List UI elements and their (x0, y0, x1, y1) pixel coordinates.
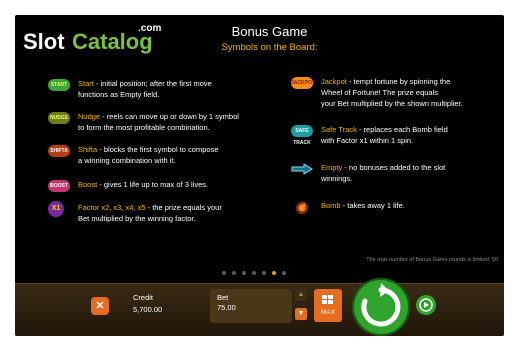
boost-icon: BOOST (48, 180, 70, 192)
page-dot[interactable] (272, 271, 276, 275)
symbol-desc: - no bonuses added to the slot (342, 163, 446, 172)
bomb-icon (291, 201, 313, 214)
credit-label: Credit (133, 293, 154, 302)
symbol-desc-line3: your Bet multiplied by the shown multipl… (321, 99, 463, 108)
symbol-name: Empty (321, 163, 343, 172)
max-bet-button[interactable]: MAX (314, 289, 342, 322)
symbol-desc-line2: to form the most profitable combination. (78, 123, 210, 132)
nudge-icon: NUDGE (48, 112, 70, 124)
symbol-desc-line2: with Factor x1 within 1 spin. (321, 136, 414, 145)
game-window: Slot Catalog .com Bonus Game Symbols on … (15, 15, 504, 336)
factor-icon: X1 (48, 201, 64, 217)
symbol-desc-line2: winnings. (321, 174, 353, 183)
start-icon: START (48, 79, 70, 91)
credit-value: 5,700.00 (133, 305, 163, 314)
page-subtitle: Symbols on the Board: (221, 42, 318, 53)
page-dot[interactable] (222, 271, 226, 275)
spin-button[interactable] (352, 278, 410, 336)
symbol-desc: - takes away 1 life. (340, 201, 405, 210)
symbol-desc-line2: Bet multiplied by the winning factor. (78, 214, 196, 223)
symbol-name: Shifta (78, 145, 98, 154)
symbol-name: Safe Track (321, 125, 357, 134)
symbol-name: Nudge (78, 112, 101, 121)
autoplay-icon (419, 298, 433, 312)
page-title: Bonus Game (231, 24, 308, 39)
page-dot[interactable] (262, 271, 266, 275)
safe-track-icon: SAFE TRACK (291, 125, 313, 146)
page-dot[interactable] (242, 271, 246, 275)
bet-decrease-button[interactable]: ▼ (295, 308, 307, 320)
symbol-name: Jackpot (321, 77, 347, 86)
close-button[interactable]: ✕ (91, 297, 109, 315)
symbol-name: Start (78, 79, 94, 88)
coins-icon (322, 293, 334, 305)
arrow-icon (291, 163, 313, 175)
spin-arrow-icon (361, 283, 401, 327)
symbol-name: Bomb (321, 201, 341, 210)
symbol-desc-line2: Wheel of Fortune! The prize equals (321, 88, 439, 97)
page-dot[interactable] (252, 271, 256, 275)
symbol-desc-line2: functions as Empty field. (78, 90, 160, 99)
bet-value: 75.00 (217, 303, 236, 312)
bet-label: Bet (217, 293, 229, 302)
max-label: MAX (320, 309, 336, 316)
autoplay-button[interactable] (416, 295, 436, 315)
bet-increase-button[interactable]: ▲ (295, 289, 307, 301)
jackpot-icon: JACKPOT (291, 77, 315, 89)
max-rounds-note: The max number of Bonus Game rounds is l… (366, 257, 498, 263)
symbol-desc-line2: a winning combination with it. (78, 156, 176, 165)
shifta-icon: SHIFTA (48, 145, 70, 157)
symbol-desc: - replaces each Bomb field (356, 125, 448, 134)
symbol-name: Factor x2, x3, x4, x5 (78, 203, 146, 212)
symbol-desc: - blocks the first symbol to compose (97, 145, 219, 154)
symbol-name: Boost (78, 180, 98, 189)
page-dot[interactable] (282, 271, 286, 275)
symbol-desc: - tempt fortune by spinning the (346, 77, 451, 86)
page-dot[interactable] (232, 271, 236, 275)
symbol-desc: - initial position; after the first move (93, 79, 212, 88)
symbol-desc: - gives 1 life up to max of 3 lives. (97, 180, 209, 189)
symbol-desc: - the prize equals your (145, 203, 222, 212)
symbol-desc: - reels can move up or down by 1 symbol (100, 112, 239, 121)
